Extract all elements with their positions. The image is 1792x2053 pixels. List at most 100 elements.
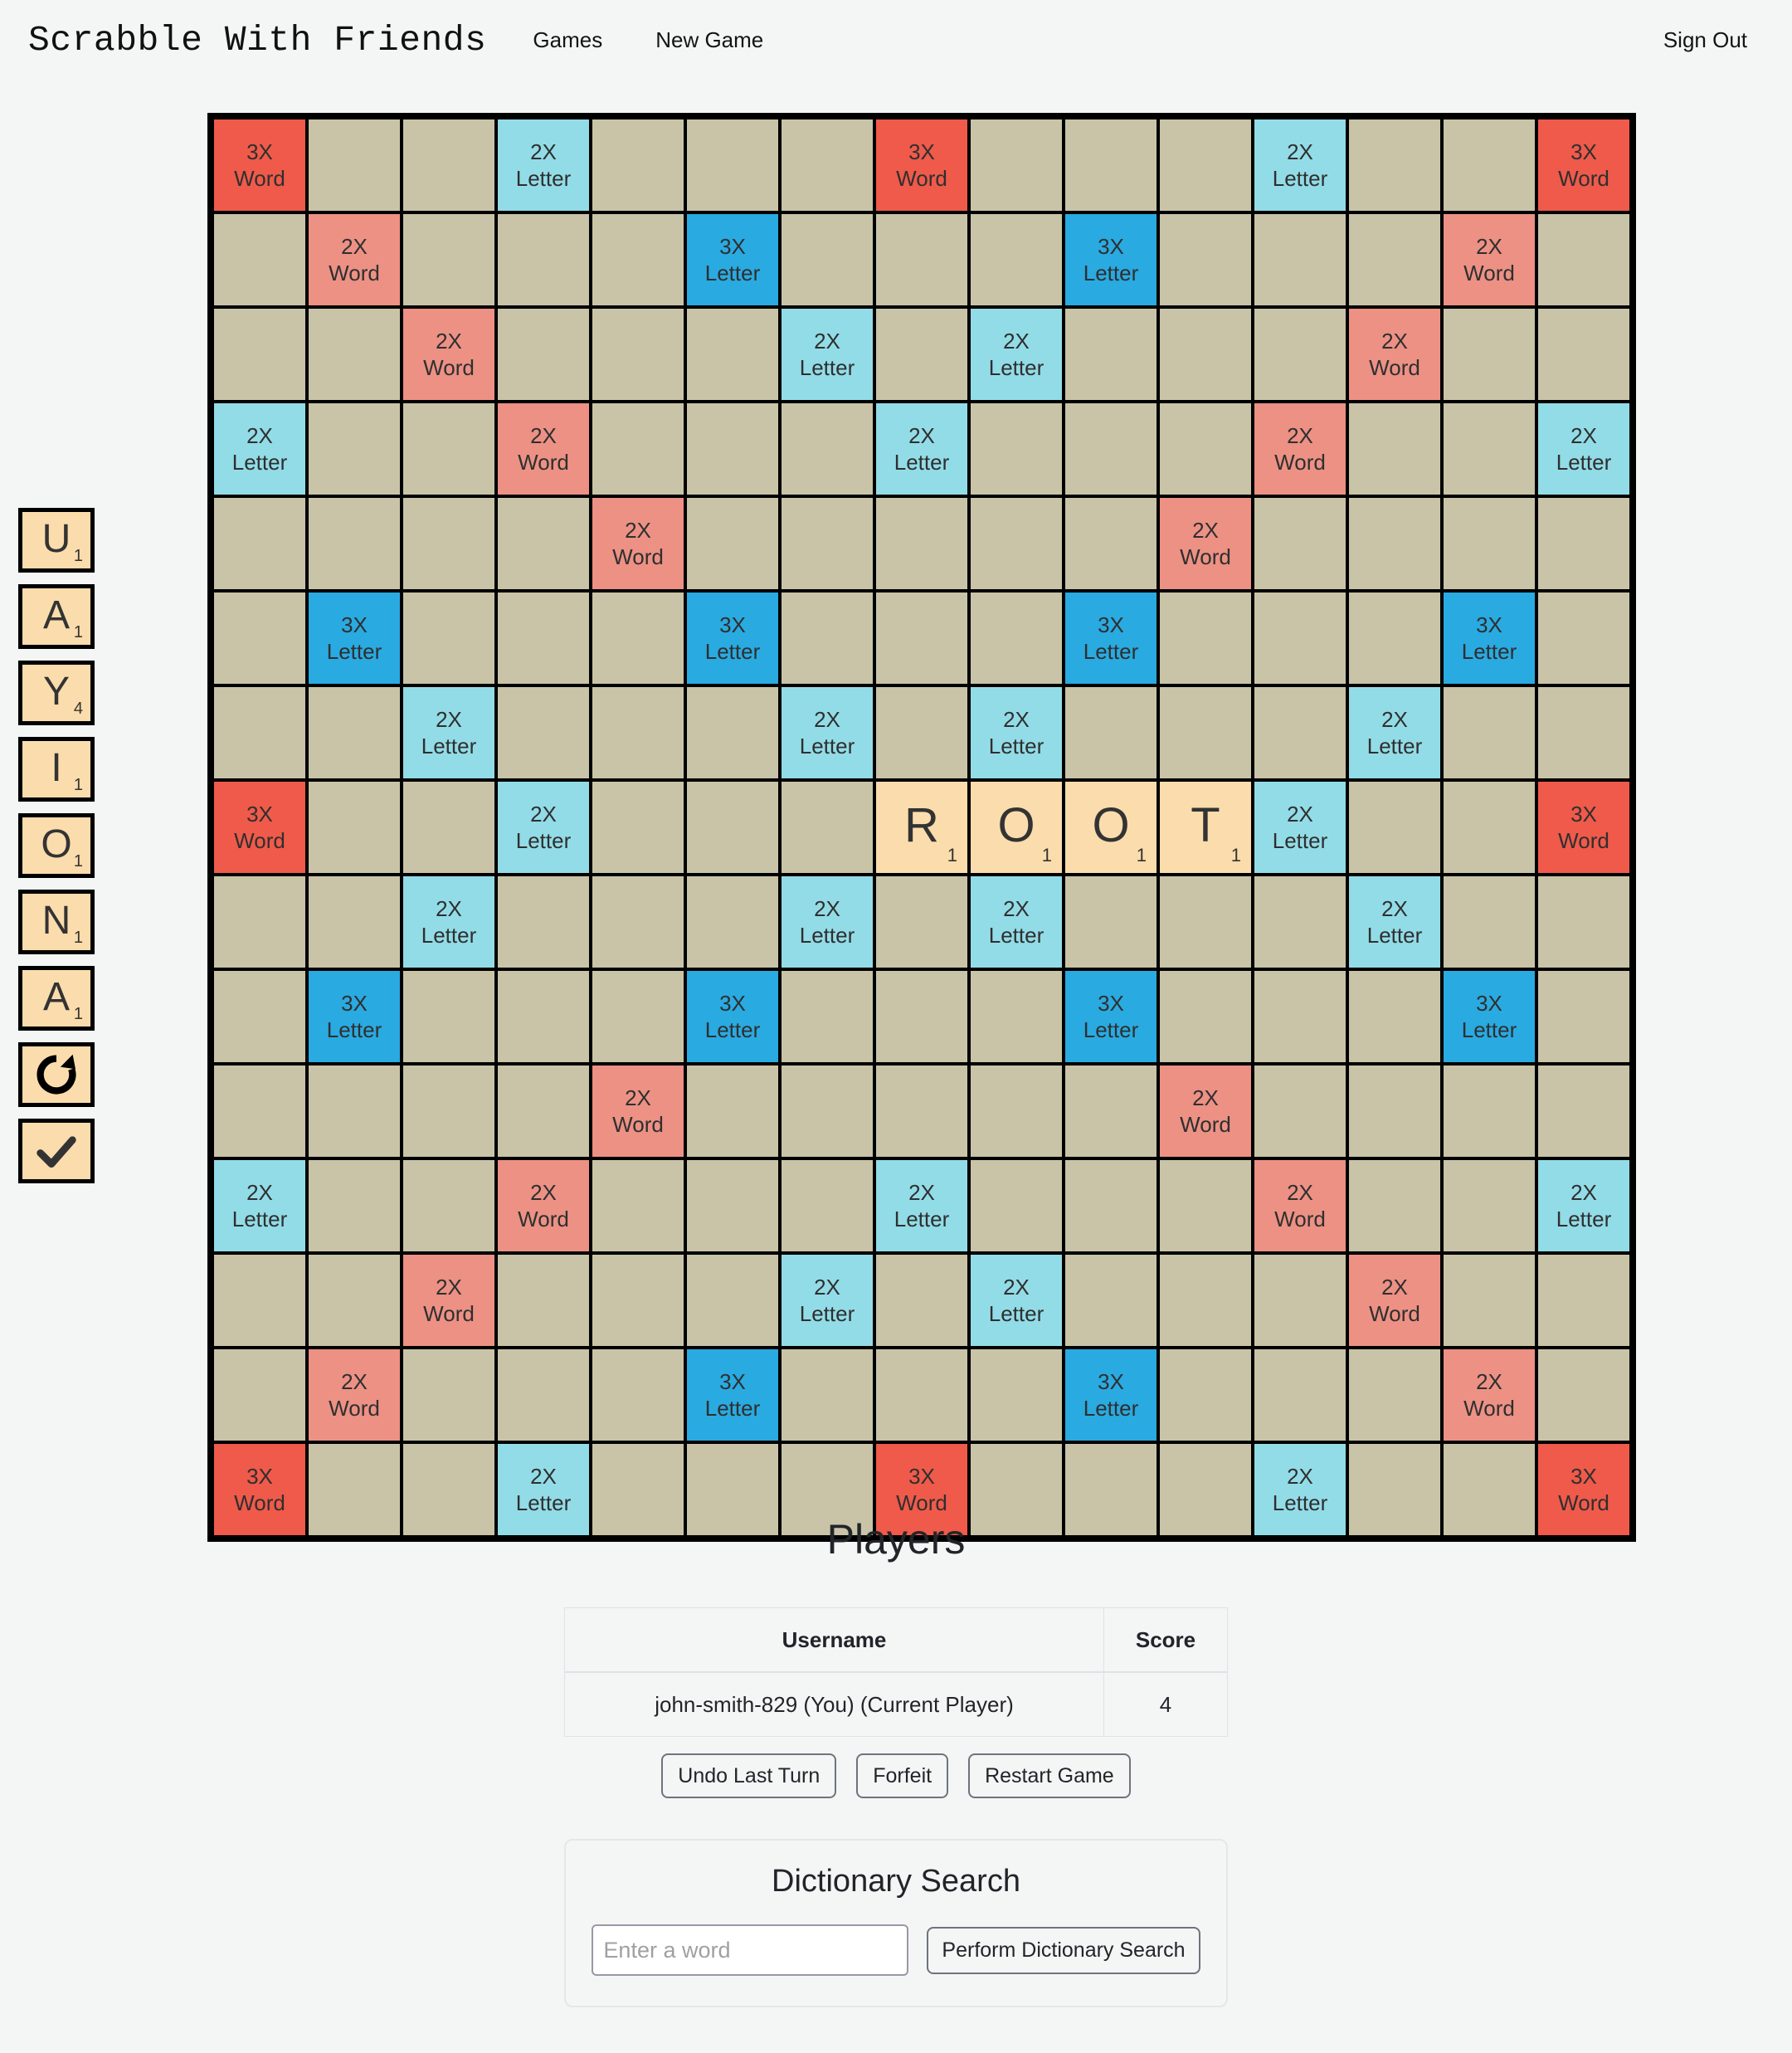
board-cell-empty[interactable]: [876, 1066, 967, 1157]
board-cell-bonus-dw[interactable]: 2X Word: [1160, 1066, 1251, 1157]
dictionary-search-input[interactable]: [592, 1924, 909, 1976]
board-cell-empty[interactable]: [782, 1066, 873, 1157]
board-cell-empty[interactable]: [214, 1066, 305, 1157]
board-cell-empty[interactable]: [1538, 1255, 1629, 1346]
board-cell-empty[interactable]: [782, 782, 873, 873]
board-cell-empty[interactable]: [309, 403, 400, 495]
board-cell-empty[interactable]: [687, 687, 778, 778]
board-cell-empty[interactable]: [498, 592, 589, 684]
board-cell-bonus-dl[interactable]: 2X Letter: [498, 782, 589, 873]
board-cell-empty[interactable]: [782, 971, 873, 1062]
board-cell-empty[interactable]: [403, 119, 494, 211]
board-cell-bonus-dl[interactable]: 2X Letter: [876, 1160, 967, 1251]
board-cell-empty[interactable]: [1349, 1066, 1440, 1157]
board-cell-empty[interactable]: [1538, 309, 1629, 400]
board-cell-empty[interactable]: [687, 309, 778, 400]
board-cell-empty[interactable]: [1254, 592, 1346, 684]
board-cell-empty[interactable]: [1349, 782, 1440, 873]
board-cell-empty[interactable]: [1065, 119, 1157, 211]
board-cell-empty[interactable]: [592, 687, 684, 778]
board-cell-empty[interactable]: [1444, 498, 1535, 589]
board-cell-bonus-dw[interactable]: 2X Word: [498, 1160, 589, 1251]
board-cell-bonus-dw[interactable]: 2X Word: [1349, 1255, 1440, 1346]
board-cell-empty[interactable]: [1538, 687, 1629, 778]
board-cell-bonus-dl[interactable]: 2X Letter: [403, 687, 494, 778]
board-cell-empty[interactable]: [1254, 498, 1346, 589]
board-cell-empty[interactable]: [1349, 971, 1440, 1062]
board-cell-empty[interactable]: [592, 876, 684, 968]
board-cell-empty[interactable]: [687, 782, 778, 873]
board-cell-empty[interactable]: [498, 876, 589, 968]
board-cell-empty[interactable]: [309, 782, 400, 873]
board-cell-empty[interactable]: [1065, 1160, 1157, 1251]
board-cell-empty[interactable]: [1254, 309, 1346, 400]
board-cell-bonus-dl[interactable]: 2X Letter: [971, 309, 1062, 400]
board-cell-empty[interactable]: [876, 592, 967, 684]
board-cell-empty[interactable]: [1444, 782, 1535, 873]
board-cell-empty[interactable]: [592, 1160, 684, 1251]
board-cell-empty[interactable]: [1444, 1066, 1535, 1157]
shuffle-tiles-button[interactable]: [18, 1042, 95, 1107]
board-cell-empty[interactable]: [592, 971, 684, 1062]
board-cell-empty[interactable]: [309, 1066, 400, 1157]
board-cell-bonus-tl[interactable]: 3X Letter: [687, 1349, 778, 1441]
board-cell-empty[interactable]: [214, 214, 305, 305]
board-cell-empty[interactable]: [403, 971, 494, 1062]
board-cell-bonus-dw[interactable]: 2X Word: [592, 498, 684, 589]
board-cell-empty[interactable]: [1254, 876, 1346, 968]
board-cell-empty[interactable]: [876, 687, 967, 778]
board-cell-empty[interactable]: [1538, 876, 1629, 968]
board-cell-empty[interactable]: [1444, 687, 1535, 778]
board-cell-empty[interactable]: [971, 214, 1062, 305]
board-cell-bonus-dl[interactable]: 2X Letter: [971, 687, 1062, 778]
board-cell-bonus-dl[interactable]: 2X Letter: [1538, 403, 1629, 495]
board-cell-empty[interactable]: [1065, 309, 1157, 400]
board-cell-empty[interactable]: [687, 119, 778, 211]
board-cell-empty[interactable]: [1538, 1349, 1629, 1441]
board-cell-empty[interactable]: [1160, 214, 1251, 305]
board-cell-empty[interactable]: [687, 1160, 778, 1251]
board-cell-bonus-tw[interactable]: 3X Word: [1538, 782, 1629, 873]
board-cell-empty[interactable]: [1538, 1066, 1629, 1157]
board-cell-bonus-tw[interactable]: 3X Word: [214, 119, 305, 211]
board-cell-empty[interactable]: [782, 498, 873, 589]
undo-last-turn-button[interactable]: Undo Last Turn: [661, 1753, 837, 1798]
board-cell-empty[interactable]: [214, 687, 305, 778]
board-cell-bonus-tl[interactable]: 3X Letter: [1065, 1349, 1157, 1441]
board-cell-empty[interactable]: [1160, 1349, 1251, 1441]
board-cell-empty[interactable]: [1444, 119, 1535, 211]
board-cell-empty[interactable]: [1254, 1066, 1346, 1157]
board-cell-empty[interactable]: [592, 1349, 684, 1441]
board-cell-empty[interactable]: [782, 1349, 873, 1441]
board-cell-empty[interactable]: [876, 498, 967, 589]
board-cell-empty[interactable]: [403, 782, 494, 873]
board-cell-bonus-dl[interactable]: 2X Letter: [782, 309, 873, 400]
board-cell-bonus-dl[interactable]: 2X Letter: [214, 403, 305, 495]
board-cell-bonus-tl[interactable]: 3X Letter: [1065, 971, 1157, 1062]
board-cell-empty[interactable]: [1538, 214, 1629, 305]
board-cell-bonus-tw[interactable]: 3X Word: [876, 119, 967, 211]
board-cell-empty[interactable]: [309, 1160, 400, 1251]
board-cell-bonus-dl[interactable]: 2X Letter: [1254, 782, 1346, 873]
board-cell-empty[interactable]: [1160, 1160, 1251, 1251]
board-cell-bonus-tl[interactable]: 3X Letter: [1444, 971, 1535, 1062]
board-cell-empty[interactable]: [498, 309, 589, 400]
board-cell-empty[interactable]: [403, 403, 494, 495]
board-cell-empty[interactable]: [403, 1160, 494, 1251]
board-cell-empty[interactable]: [1160, 403, 1251, 495]
board-cell-empty[interactable]: [1160, 1255, 1251, 1346]
board-cell-empty[interactable]: [687, 403, 778, 495]
board-cell-empty[interactable]: [782, 214, 873, 305]
board-cell-bonus-dw[interactable]: 2X Word: [309, 1349, 400, 1441]
board-cell-empty[interactable]: [498, 1066, 589, 1157]
board-cell-empty[interactable]: [1254, 214, 1346, 305]
board-cell-empty[interactable]: [876, 971, 967, 1062]
board-cell-bonus-dw[interactable]: 2X Word: [403, 309, 494, 400]
board-cell-bonus-tl[interactable]: 3X Letter: [1444, 592, 1535, 684]
board-cell-empty[interactable]: [876, 309, 967, 400]
board-cell-bonus-dw[interactable]: 2X Word: [592, 1066, 684, 1157]
board-cell-empty[interactable]: [1538, 971, 1629, 1062]
board-cell-bonus-dl[interactable]: 2X Letter: [782, 687, 873, 778]
board-cell-empty[interactable]: [498, 1349, 589, 1441]
board-cell-empty[interactable]: [403, 1066, 494, 1157]
